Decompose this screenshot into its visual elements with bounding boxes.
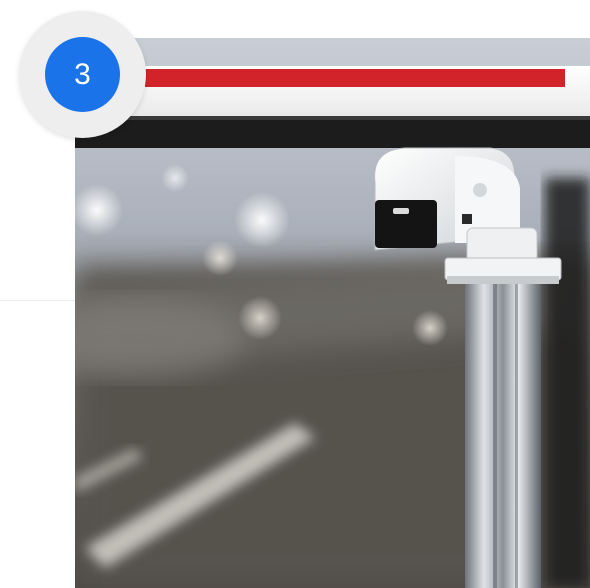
step-number-badge: 3	[45, 37, 120, 112]
step-card: 3	[0, 0, 590, 588]
camera-on-pole-icon	[75, 38, 590, 588]
feature-photo	[75, 38, 590, 588]
